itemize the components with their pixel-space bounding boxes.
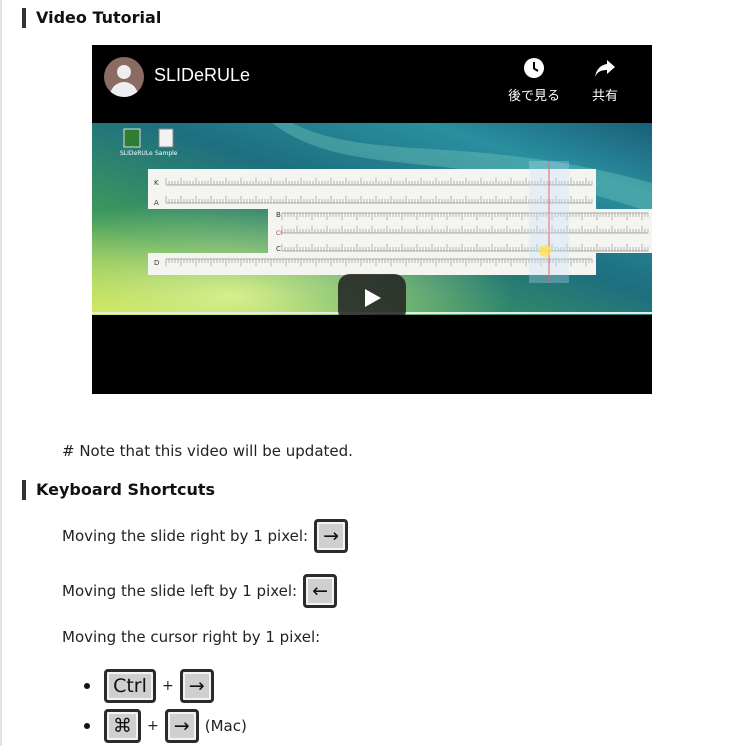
watch-later-button[interactable]: 後で見る xyxy=(504,57,564,104)
scale-label-c: C xyxy=(276,245,281,253)
left-arrow-key: ← xyxy=(303,574,338,608)
play-button[interactable] xyxy=(338,274,406,315)
scale-label-ci: CI xyxy=(276,230,282,237)
player-top-bar: SLIDeRULe 後で見る 共有 xyxy=(92,45,652,123)
section-heading-video-tutorial: Video Tutorial xyxy=(22,8,161,28)
desktop-icon-sample xyxy=(158,128,174,148)
video-letterbox xyxy=(92,315,652,394)
share-button[interactable]: 共有 xyxy=(580,57,630,104)
video-channel-title[interactable]: SLIDeRULe xyxy=(154,65,250,86)
command-key: ⌘ xyxy=(104,709,141,743)
content-left-border xyxy=(0,0,2,746)
bullet-icon xyxy=(84,683,90,689)
desktop-icon-slide-rule xyxy=(123,128,141,148)
share-icon xyxy=(595,60,615,77)
shortcut-slide-right-label: Moving the slide right by 1 pixel: xyxy=(62,527,309,545)
scale-label-a: A xyxy=(154,199,159,207)
watch-later-label: 後で見る xyxy=(507,89,560,104)
plus-sign: + xyxy=(162,678,174,694)
avatar-icon[interactable] xyxy=(104,57,144,97)
share-label: 共有 xyxy=(591,89,618,104)
shortcut-cursor-right: Moving the cursor right by 1 pixel: xyxy=(62,628,320,646)
shortcut-combo-list: Ctrl + → ⌘ + → (Mac) xyxy=(80,666,247,746)
desktop-icon-label-sample: Sample xyxy=(155,150,178,157)
list-item: Ctrl + → xyxy=(80,666,247,706)
scale-label-b: B xyxy=(276,211,281,219)
video-update-note: # Note that this video will be updated. xyxy=(62,442,353,460)
right-arrow-key: → xyxy=(179,669,214,703)
clock-icon xyxy=(524,58,544,78)
shortcut-cursor-right-label: Moving the cursor right by 1 pixel: xyxy=(62,628,321,646)
desktop-icon-label-slide-rule: SLIDeRULe xyxy=(120,150,153,157)
video-thumbnail[interactable]: SLIDeRULe Sample K A B CI C D xyxy=(92,123,652,315)
list-item: ⌘ + → (Mac) xyxy=(80,706,247,746)
shortcut-slide-right: Moving the slide right by 1 pixel: → xyxy=(62,519,349,553)
play-icon xyxy=(365,289,381,307)
shortcut-slide-left-label: Moving the slide left by 1 pixel: xyxy=(62,582,298,600)
scale-label-d: D xyxy=(154,259,159,267)
scale-label-k: K xyxy=(154,179,159,187)
bullet-icon xyxy=(84,723,90,729)
ctrl-key: Ctrl xyxy=(104,669,156,703)
mac-note: (Mac) xyxy=(204,717,247,735)
shortcut-slide-left: Moving the slide left by 1 pixel: ← xyxy=(62,574,338,608)
right-arrow-key: → xyxy=(164,709,199,743)
section-heading-keyboard-shortcuts: Keyboard Shortcuts xyxy=(22,480,215,500)
plus-sign: + xyxy=(147,718,159,734)
right-arrow-key: → xyxy=(314,519,349,553)
video-player[interactable]: SLIDeRULe 後で見る 共有 SLIDeRULe Sample K A B… xyxy=(92,45,652,394)
